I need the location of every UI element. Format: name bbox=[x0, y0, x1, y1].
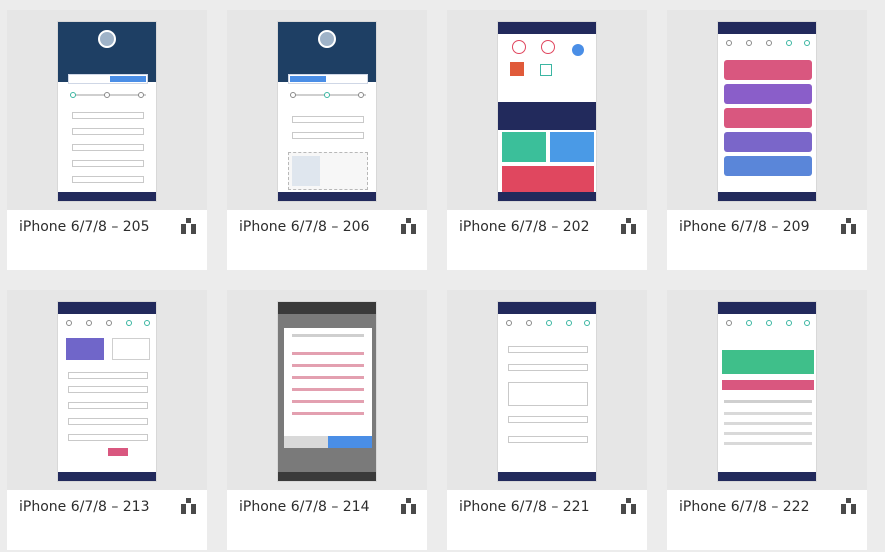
artboard-thumbnail[interactable] bbox=[227, 290, 427, 490]
component-tree-icon[interactable] bbox=[621, 498, 637, 514]
artboard-thumbnail[interactable] bbox=[447, 290, 647, 490]
component-tree-icon[interactable] bbox=[841, 498, 857, 514]
screen-preview bbox=[497, 21, 597, 202]
screen-preview bbox=[497, 301, 597, 482]
screen-preview bbox=[717, 301, 817, 482]
screen-preview bbox=[717, 21, 817, 202]
component-tree-icon[interactable] bbox=[401, 218, 417, 234]
screen-preview bbox=[57, 21, 157, 202]
artboard-card[interactable]: iPhone 6/7/8 – 213 bbox=[7, 290, 207, 550]
artboard-thumbnail[interactable] bbox=[667, 290, 867, 490]
artboard-title: iPhone 6/7/8 – 209 bbox=[679, 219, 810, 235]
artboard-title: iPhone 6/7/8 – 214 bbox=[239, 499, 370, 515]
artboard-thumbnail[interactable] bbox=[7, 290, 207, 490]
screen-preview bbox=[277, 21, 377, 202]
artboard-thumbnail[interactable] bbox=[447, 10, 647, 210]
artboard-thumbnail[interactable] bbox=[227, 10, 427, 210]
artboard-title: iPhone 6/7/8 – 222 bbox=[679, 499, 810, 515]
component-tree-icon[interactable] bbox=[841, 218, 857, 234]
artboard-title: iPhone 6/7/8 – 206 bbox=[239, 219, 370, 235]
artboard-title: iPhone 6/7/8 – 213 bbox=[19, 499, 150, 515]
artboard-thumbnail[interactable] bbox=[667, 10, 867, 210]
component-tree-icon[interactable] bbox=[401, 498, 417, 514]
artboard-card[interactable]: iPhone 6/7/8 – 214 bbox=[227, 290, 427, 550]
artboard-card[interactable]: iPhone 6/7/8 – 202 bbox=[447, 10, 647, 270]
screen-preview bbox=[57, 301, 157, 482]
artboard-title: iPhone 6/7/8 – 202 bbox=[459, 219, 590, 235]
artboard-thumbnail[interactable] bbox=[7, 10, 207, 210]
artboard-title: iPhone 6/7/8 – 205 bbox=[19, 219, 150, 235]
artboard-card[interactable]: iPhone 6/7/8 – 222 bbox=[667, 290, 867, 550]
artboard-title: iPhone 6/7/8 – 221 bbox=[459, 499, 590, 515]
artboard-card[interactable]: iPhone 6/7/8 – 221 bbox=[447, 290, 647, 550]
component-tree-icon[interactable] bbox=[181, 498, 197, 514]
component-tree-icon[interactable] bbox=[181, 218, 197, 234]
artboard-card[interactable]: iPhone 6/7/8 – 206 bbox=[227, 10, 427, 270]
screen-preview bbox=[277, 301, 377, 482]
component-tree-icon[interactable] bbox=[621, 218, 637, 234]
artboard-card[interactable]: iPhone 6/7/8 – 205 bbox=[7, 10, 207, 270]
artboard-card[interactable]: iPhone 6/7/8 – 209 bbox=[667, 10, 867, 270]
